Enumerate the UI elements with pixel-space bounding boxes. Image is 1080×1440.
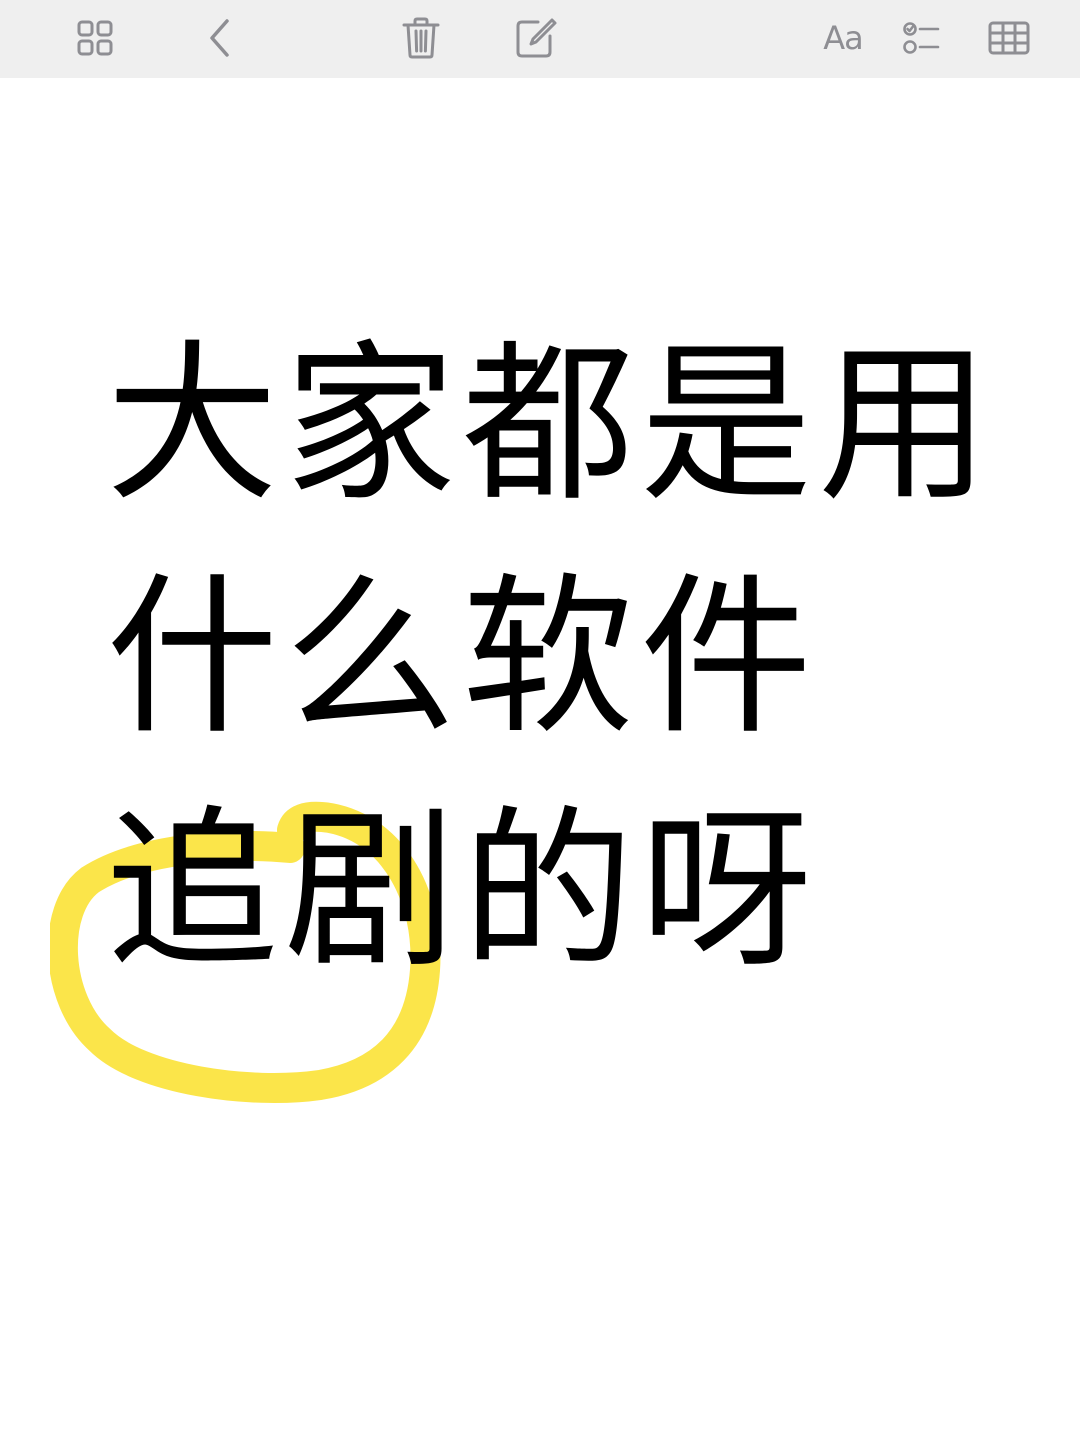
- checklist-icon: [903, 22, 940, 54]
- trash-icon: [402, 17, 440, 59]
- checklist-button[interactable]: [894, 10, 950, 66]
- note-line-2: 什么软件: [106, 557, 818, 758]
- back-button[interactable]: [192, 10, 248, 66]
- compose-button[interactable]: [508, 10, 564, 66]
- text-format-icon: Aa: [823, 19, 863, 57]
- text-format-button[interactable]: Aa: [815, 10, 871, 66]
- compose-icon: [516, 18, 557, 58]
- grid-icon: [77, 20, 113, 56]
- delete-button[interactable]: [393, 10, 449, 66]
- table-button[interactable]: [981, 10, 1037, 66]
- table-icon: [988, 21, 1030, 55]
- note-line-1: 大家都是用: [106, 324, 996, 525]
- note-line-3: 追剧的呀: [106, 790, 818, 991]
- chevron-left-icon: [210, 19, 229, 57]
- gallery-view-button[interactable]: [67, 10, 123, 66]
- note-text[interactable]: 大家都是用 什么软件 追剧的呀: [106, 308, 1006, 1007]
- note-toolbar: Aa: [0, 0, 1080, 78]
